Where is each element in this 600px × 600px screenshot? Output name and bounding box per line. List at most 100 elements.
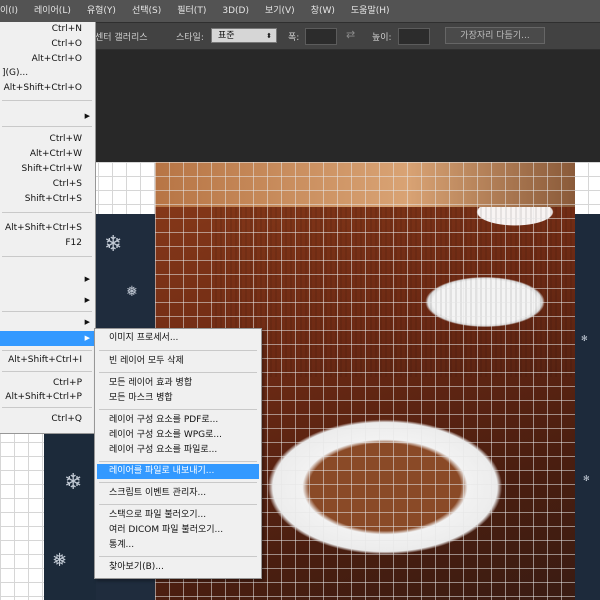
snowflake-card-bottom-left: ❄ ❅ — [44, 420, 96, 600]
shortcut-label: Ctrl+P — [53, 378, 82, 388]
submenu-item-image-processor[interactable]: 이미지 프로세서... — [97, 331, 259, 346]
menu-separator — [2, 100, 92, 101]
menu-item-label: 스택으로 파일 불러오기... — [109, 510, 207, 520]
menu-select[interactable]: 선택(S) — [124, 0, 169, 22]
file-menu-item-open-as[interactable]: Alt+Shift+Ctrl+O — [0, 81, 95, 96]
submenu-item-comps-to-files[interactable]: 레이어 구성 요소를 파일로... — [97, 443, 259, 458]
file-menu-item-close[interactable]: Ctrl+W — [0, 132, 95, 147]
submenu-arrow-icon: ▶ — [84, 275, 90, 283]
menu-item-label: 스크립트 이벤트 관리자... — [109, 488, 207, 498]
menu-item-label: 빈 레이어 모두 삭제 — [109, 356, 184, 366]
submenu-item-script-events-manager[interactable]: 스크립트 이벤트 관리자... — [97, 486, 259, 501]
width-input[interactable] — [305, 28, 337, 45]
menu-item-label: 통계... — [109, 540, 135, 550]
submenu-arrow-icon: ▶ — [84, 112, 90, 120]
snowflake-icon: ❄ — [104, 232, 123, 257]
style-select[interactable]: 표준 ⬍ — [211, 28, 277, 43]
file-menu-dropdown: Ctrl+N Ctrl+O Alt+Ctrl+O ](G)... Alt+Shi… — [0, 22, 96, 434]
file-menu-item-browse[interactable]: Alt+Ctrl+O — [0, 52, 95, 67]
submenu-item-comps-to-wpg[interactable]: 레이어 구성 요소를 WPG로... — [97, 428, 259, 443]
menu-layer[interactable]: 레이어(L) — [26, 0, 79, 22]
menu-item-label: ](G)... — [2, 68, 29, 78]
menu-separator — [2, 371, 92, 372]
submenu-item-load-files-into-stack[interactable]: 스택으로 파일 불러오기... — [97, 508, 259, 523]
file-menu-item-import[interactable]: ▶ — [0, 293, 95, 308]
shortcut-label: Ctrl+Q — [51, 414, 82, 424]
shortcut-label: Shift+Ctrl+S — [24, 194, 82, 204]
menu-separator — [2, 126, 92, 127]
menu-3d[interactable]: 3D(D) — [214, 0, 257, 22]
snowflake-icon: ✻ — [583, 474, 590, 483]
submenu-item-statistics[interactable]: 통계... — [97, 538, 259, 553]
file-menu-item-print-one-copy[interactable]: Alt+Shift+Ctrl+P — [0, 390, 95, 405]
shortcut-label: Alt+Shift+Ctrl+P — [5, 392, 82, 402]
file-menu-item-automate[interactable]: ▶ — [0, 315, 95, 330]
menu-separator — [99, 504, 257, 505]
shortcut-label: Alt+Shift+Ctrl+I — [8, 355, 82, 365]
menu-separator — [2, 256, 92, 257]
file-menu-item-open[interactable]: Ctrl+O — [0, 37, 95, 52]
scripts-submenu: 이미지 프로세서... 빈 레이어 모두 삭제 모든 레이어 효과 병합 모든 … — [94, 328, 262, 579]
submenu-item-browse[interactable]: 찾아보기(B)... — [97, 560, 259, 575]
menu-window[interactable]: 창(W) — [303, 0, 343, 22]
submenu-item-delete-empty-layers[interactable]: 빈 레이어 모두 삭제 — [97, 354, 259, 369]
swap-icon[interactable]: ⇄ — [346, 28, 355, 41]
gallery-label: 센터 갤러리스 — [95, 33, 148, 43]
file-menu-item-place[interactable]: ▶ — [0, 272, 95, 287]
submenu-item-export-layers-to-files[interactable]: 레이어를 파일로 내보내기... — [97, 464, 259, 479]
menu-separator — [99, 556, 257, 557]
file-menu-item-open-as-smart[interactable]: ](G)... — [0, 66, 95, 81]
file-menu-item-scripts[interactable]: ▶ — [0, 331, 95, 346]
menu-type[interactable]: 유형(Y) — [79, 0, 124, 22]
file-menu-item-file-info[interactable]: Alt+Shift+Ctrl+I — [0, 353, 95, 368]
shortcut-label: Ctrl+W — [49, 134, 82, 144]
menu-separator — [99, 461, 257, 462]
menu-item-label: 이미지 프로세서... — [109, 333, 179, 343]
file-menu-item-close-go-bridge[interactable]: Shift+Ctrl+W — [0, 162, 95, 177]
menu-separator — [2, 311, 92, 312]
menu-item-label: 여러 DICOM 파일 불러오기... — [109, 525, 224, 535]
menu-separator — [99, 482, 257, 483]
style-value: 표준 — [218, 31, 235, 41]
menu-separator — [2, 350, 92, 351]
menu-separator — [99, 372, 257, 373]
file-menu-item-recent[interactable]: ▶ — [0, 109, 95, 124]
style-label: 스타일: — [176, 33, 204, 43]
menu-item-label: 찾아보기(B)... — [109, 562, 164, 572]
snowflake-icon: ❅ — [126, 284, 138, 300]
submenu-item-flatten-layer-effects[interactable]: 모든 레이어 효과 병합 — [97, 376, 259, 391]
width-label: 폭: — [288, 33, 300, 43]
menu-bar: 이(I) 레이어(L) 유형(Y) 선택(S) 필터(T) 3D(D) 보기(V… — [0, 0, 600, 22]
shortcut-label: Shift+Ctrl+W — [21, 164, 82, 174]
file-menu-item-new[interactable]: Ctrl+N — [0, 22, 95, 37]
menu-separator — [2, 407, 92, 408]
file-menu-item-save-as[interactable]: Shift+Ctrl+S — [0, 192, 95, 207]
menu-separator — [99, 409, 257, 410]
menu-view[interactable]: 보기(V) — [257, 0, 303, 22]
menu-help[interactable]: 도움말(H) — [343, 0, 398, 22]
file-menu-item-exit[interactable]: Ctrl+Q — [0, 412, 95, 427]
menu-item-label: 레이어를 파일로 내보내기... — [109, 466, 215, 476]
menu-filter[interactable]: 필터(T) — [169, 0, 214, 22]
submenu-item-flatten-masks[interactable]: 모든 마스크 병합 — [97, 391, 259, 406]
menu-item-label: 모든 레이어 효과 병합 — [109, 378, 193, 388]
submenu-arrow-icon: ▶ — [84, 296, 90, 304]
submenu-item-comps-to-pdf[interactable]: 레이어 구성 요소를 PDF로... — [97, 413, 259, 428]
height-label: 높이: — [372, 33, 392, 43]
shortcut-label: Alt+Shift+Ctrl+S — [5, 223, 82, 233]
file-menu-item-close-all[interactable]: Alt+Ctrl+W — [0, 147, 95, 162]
updown-arrow-icon: ⬍ — [266, 32, 272, 40]
snowflake-icon: ❄ — [64, 470, 83, 495]
menu-image[interactable]: 이(I) — [0, 0, 26, 22]
menu-item-label: 레이어 구성 요소를 PDF로... — [109, 415, 219, 425]
shortcut-label: Alt+Ctrl+W — [29, 149, 82, 159]
shortcut-label: Ctrl+S — [52, 179, 82, 189]
file-menu-item-save[interactable]: Ctrl+S — [0, 177, 95, 192]
refine-edge-button[interactable]: 가장자리 다듬기... — [445, 27, 545, 44]
submenu-item-load-dicom-files[interactable]: 여러 DICOM 파일 불러오기... — [97, 523, 259, 538]
height-input[interactable] — [398, 28, 430, 45]
file-menu-item-print[interactable]: Ctrl+P — [0, 376, 95, 391]
file-menu-item-save-for-web[interactable]: Alt+Shift+Ctrl+S — [0, 221, 95, 236]
file-menu-item-revert[interactable]: F12 — [0, 236, 95, 251]
snowflake-icon: ✻ — [581, 334, 588, 343]
